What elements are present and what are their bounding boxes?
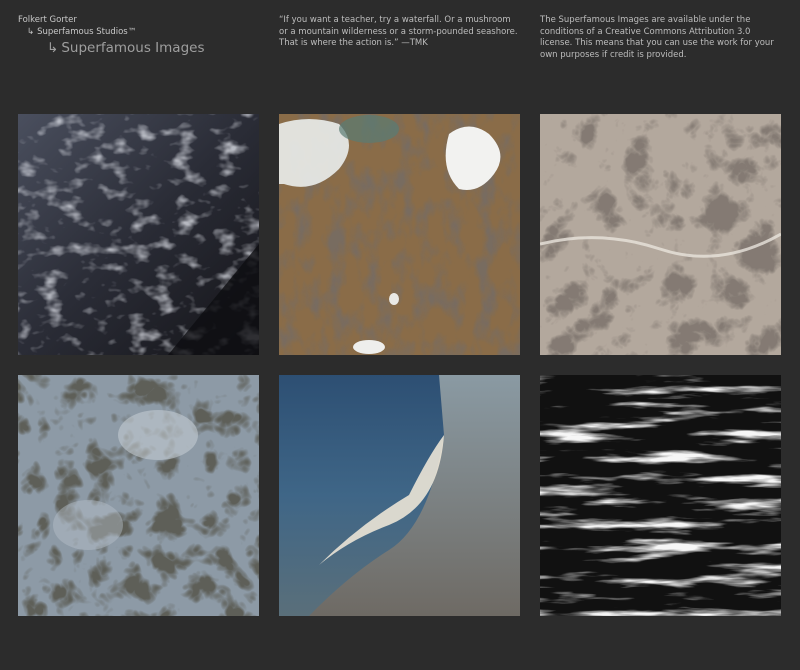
breadcrumb: Folkert Gorter ↳ Superfamous Studios™ ↳ Su… — [18, 15, 258, 57]
breadcrumb-superfamous-studios[interactable]: ↳ Superfamous Studios™ — [18, 27, 258, 39]
breadcrumb-folkert-gorter[interactable]: Folkert Gorter — [18, 15, 258, 27]
gallery-image-water-ripples[interactable] — [18, 114, 259, 355]
site-header: Folkert Gorter ↳ Superfamous Studios™ ↳ Su… — [18, 15, 788, 95]
gallery-image-fractured-rock[interactable] — [18, 375, 259, 616]
image-gallery — [18, 114, 782, 616]
gallery-image-cracked-rock[interactable] — [540, 114, 781, 355]
return-arrow-icon: ↳ — [47, 40, 59, 56]
gallery-image-aerial-terrain[interactable] — [279, 114, 520, 355]
license-text: The Superfamous Images are available und… — [540, 15, 774, 60]
gallery-image-shoreline[interactable] — [279, 375, 520, 616]
gallery-image-rushing-water[interactable] — [540, 375, 781, 616]
quote-text: “If you want a teacher, try a waterfall.… — [279, 15, 518, 48]
water-ripples-image — [18, 114, 259, 355]
shoreline-image — [279, 375, 520, 616]
rushing-water-image — [540, 375, 781, 616]
breadcrumb-label: Superfamous Studios™ — [37, 26, 137, 37]
page-title-label: Superfamous Images — [61, 40, 205, 56]
return-arrow-icon: ↳ — [27, 26, 35, 37]
fractured-rock-image — [18, 375, 259, 616]
cracked-rock-image — [540, 114, 781, 355]
aerial-terrain-image — [279, 114, 520, 355]
breadcrumb-label: Folkert Gorter — [18, 15, 77, 25]
page-title: ↳ Superfamous Images — [18, 40, 258, 57]
